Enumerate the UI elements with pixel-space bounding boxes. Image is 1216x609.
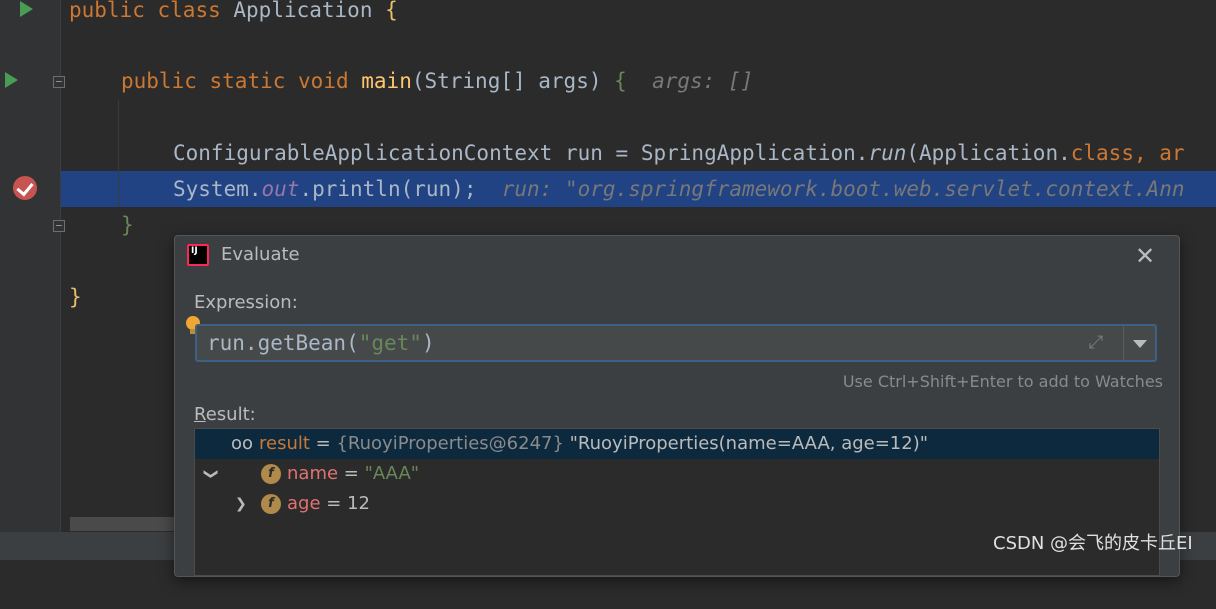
result-label-text: esult: (205, 404, 256, 425)
brace: { (614, 69, 627, 93)
result-eq: = (309, 433, 337, 454)
tree-row-age[interactable]: f age = 12 (195, 489, 1159, 519)
method-call: .println(run); (299, 177, 477, 201)
field-name: name (287, 463, 339, 484)
brace: } (69, 285, 82, 309)
watch-hint: Use Ctrl+Shift+Enter to add to Watches (842, 372, 1163, 391)
watermark: CSDN @会飞的皮卡丘EI (993, 533, 1193, 554)
expression-text[interactable]: run.getBean("get") (207, 326, 435, 360)
var-name: run (564, 141, 603, 165)
inline-hint: run: "org.springframework.boot.web.servl… (501, 177, 1185, 201)
keyword: class (1070, 141, 1134, 165)
run-class-icon[interactable] (20, 1, 33, 17)
code-tail: , ar (1133, 141, 1185, 165)
horizontal-scrollbar[interactable] (70, 517, 180, 531)
inline-hint: args: [] (652, 69, 754, 93)
result-value: "RuoyiProperties(name=AAA, age=12)" (563, 433, 929, 454)
keyword: public (69, 0, 145, 22)
fold-main-icon[interactable] (53, 76, 65, 88)
method-name: main (361, 69, 412, 93)
class-ref: System. (173, 177, 262, 201)
dialog-title: Evaluate (221, 244, 300, 265)
watch-glasses-icon: oo (231, 433, 254, 454)
history-dropdown-icon[interactable] (1133, 340, 1147, 348)
run-main-icon[interactable] (5, 72, 18, 88)
code-line-main: public static void main(String[] args) {… (121, 63, 753, 99)
expression-input[interactable]: run.getBean("get") ⤢ (195, 324, 1157, 362)
field-icon: f (261, 464, 281, 484)
result-label: Result: (194, 404, 256, 425)
tree-row-name[interactable]: ❯ f name = "AAA" (195, 459, 1159, 512)
keyword: public (121, 69, 197, 93)
method-ref: run (868, 141, 907, 165)
evaluate-dialog: IJ Evaluate ✕ Expression: run.getBean("g… (174, 235, 1180, 577)
type-name: ConfigurableApplicationContext (173, 141, 553, 165)
code-line-context: ConfigurableApplicationContext run = Spr… (173, 135, 1185, 171)
field-value: 12 (347, 493, 370, 514)
close-icon[interactable]: ✕ (1131, 242, 1159, 270)
field-name: age (287, 493, 321, 514)
expand-icon[interactable]: ⤢ (1085, 332, 1107, 354)
expression-code: run.getBean( (207, 331, 359, 355)
field-ref: out (261, 177, 300, 201)
keyword: void (298, 69, 349, 93)
code-line-class: public class Application { (69, 0, 398, 28)
operator: = (615, 141, 629, 165)
result-type: {RuoyiProperties@6247} (336, 433, 564, 454)
field-eq: = (338, 463, 365, 484)
keyword: static (209, 69, 286, 93)
code-line-class-close: } (69, 279, 82, 315)
params: (String[] args) (411, 69, 602, 93)
expression-string: "get" (358, 331, 422, 355)
intellij-logo-icon: IJ (187, 244, 209, 266)
keyword: class (157, 0, 221, 22)
fold-end-icon[interactable] (53, 220, 65, 232)
args: (Application. (906, 141, 1071, 165)
expression-label: Expression: (194, 292, 298, 313)
result-label-mnemonic: R (194, 404, 206, 425)
input-separator (1123, 326, 1124, 360)
indent-guide (118, 100, 119, 207)
field-value: "AAA" (364, 463, 420, 484)
field-eq: = (320, 493, 348, 514)
code-line-print: System.out.println(run); run: "org.sprin… (173, 171, 1185, 207)
code-line-method-close: } (121, 207, 134, 243)
expression-code: ) (421, 331, 435, 355)
class-ref: SpringApplication. (640, 141, 869, 165)
logo-text: IJ (191, 246, 198, 256)
result-name: result (259, 433, 310, 454)
class-name: Application (233, 0, 373, 22)
brace: { (385, 0, 398, 22)
brace: } (121, 213, 134, 237)
field-icon: f (261, 494, 281, 514)
tree-row-result[interactable]: ❯ oo result = {RuoyiProperties@6247} "Ru… (195, 429, 1159, 480)
